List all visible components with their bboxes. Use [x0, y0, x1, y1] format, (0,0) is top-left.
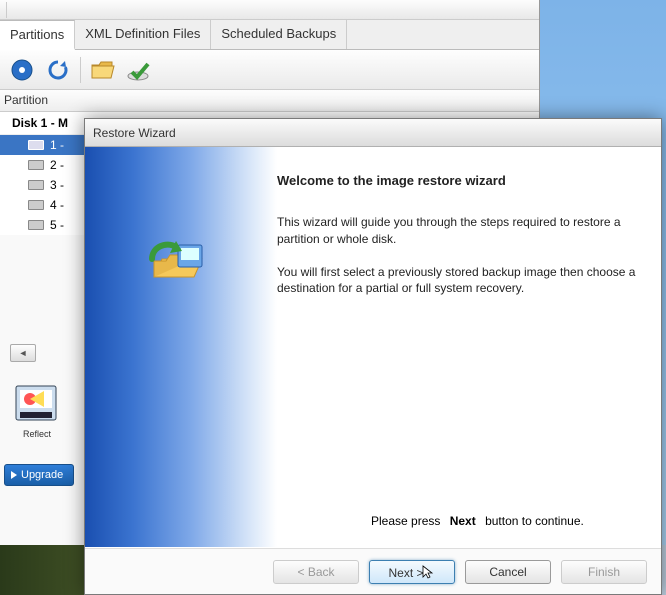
top-menu-bar — [0, 0, 539, 20]
partition-disk-icon — [28, 220, 44, 230]
next-button[interactable]: Next > — [369, 560, 455, 584]
tab-scheduled-backups[interactable]: Scheduled Backups — [211, 20, 347, 49]
restore-wizard-dialog: Restore Wizard Welcome to the image rest… — [84, 118, 662, 595]
partition-disk-icon — [28, 180, 44, 190]
toolbar — [0, 50, 539, 90]
dialog-title: Restore Wizard — [93, 126, 176, 140]
dialog-titlebar[interactable]: Restore Wizard — [85, 119, 661, 147]
dialog-body: Welcome to the image restore wizard This… — [85, 147, 661, 547]
partition-disk-icon — [28, 140, 44, 150]
partition-column-header[interactable]: Partition — [0, 90, 539, 112]
press-bold: Next — [450, 514, 476, 528]
dialog-footer: < Back Next > Cancel Finish — [85, 548, 661, 594]
partition-label: 2 - — [50, 158, 64, 172]
verify-disk-icon[interactable] — [125, 56, 153, 84]
scroll-left-button[interactable]: ◄ — [10, 344, 36, 362]
dialog-sidebar — [85, 147, 277, 547]
disk-icon[interactable] — [8, 56, 36, 84]
partition-label: 1 - — [50, 138, 64, 152]
finish-button: Finish — [561, 560, 647, 584]
partition-disk-icon — [28, 160, 44, 170]
back-button: < Back — [273, 560, 359, 584]
upgrade-label: Upgrade — [21, 469, 63, 481]
tab-bar: Partitions XML Definition Files Schedule… — [0, 20, 539, 50]
press-prefix: Please press — [371, 514, 440, 528]
folder-open-icon[interactable] — [89, 56, 117, 84]
cancel-button[interactable]: Cancel — [465, 560, 551, 584]
dialog-paragraph: You will first select a previously store… — [277, 264, 641, 298]
play-icon — [11, 471, 17, 479]
menu-separator — [6, 2, 7, 18]
tab-xml-definition-files[interactable]: XML Definition Files — [75, 20, 211, 49]
press-next-hint: Please press Next button to continue. — [371, 514, 584, 528]
partition-disk-icon — [28, 200, 44, 210]
upgrade-button[interactable]: Upgrade — [4, 464, 74, 486]
toolbar-separator — [80, 57, 81, 83]
partition-label: 5 - — [50, 218, 64, 232]
partition-label: 3 - — [50, 178, 64, 192]
reflect-label: Reflect — [14, 429, 60, 439]
tab-partitions[interactable]: Partitions — [0, 20, 75, 50]
dialog-content: Welcome to the image restore wizard This… — [277, 147, 661, 547]
dialog-paragraph: This wizard will guide you through the s… — [277, 214, 641, 248]
press-suffix: button to continue. — [485, 514, 584, 528]
reflect-product-icon[interactable]: Reflect — [14, 384, 60, 424]
cursor-icon — [422, 565, 434, 582]
refresh-icon[interactable] — [44, 56, 72, 84]
dialog-heading: Welcome to the image restore wizard — [277, 173, 641, 188]
next-button-label: Next > — [388, 566, 423, 580]
partition-label: 4 - — [50, 198, 64, 212]
restore-wizard-icon — [146, 235, 216, 305]
